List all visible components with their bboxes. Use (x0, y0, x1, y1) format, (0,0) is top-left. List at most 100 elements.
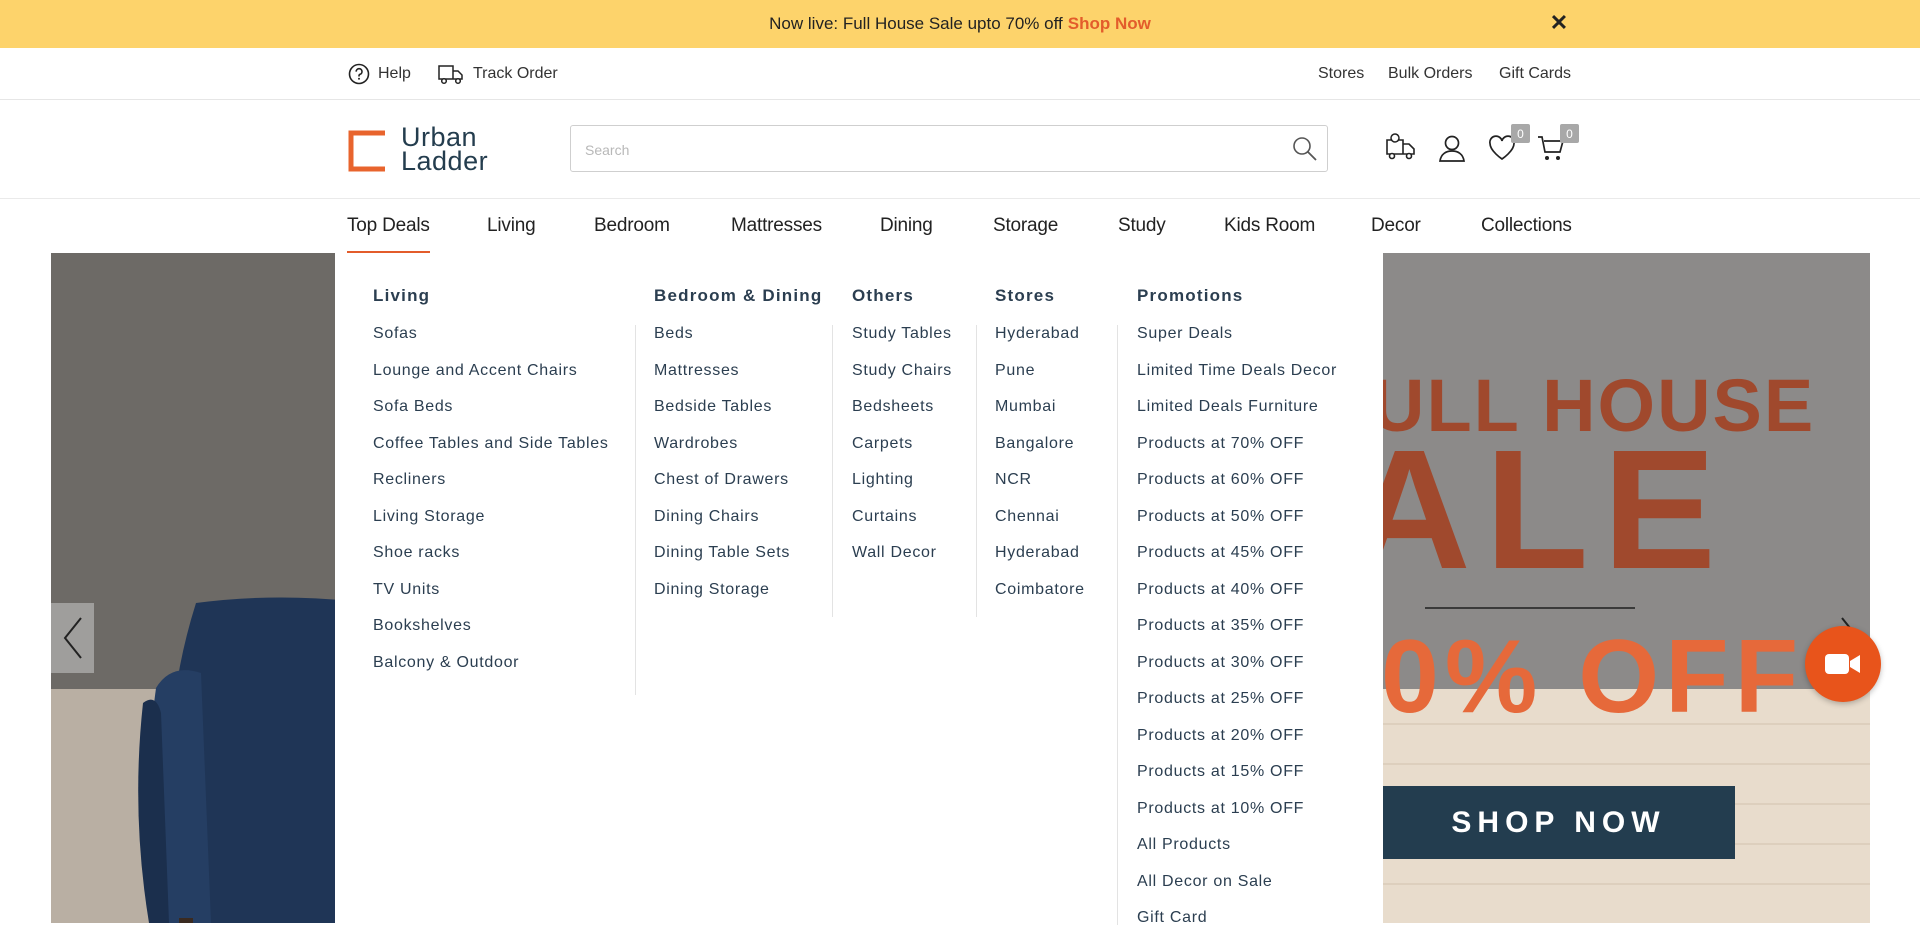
help-icon (348, 63, 370, 85)
search-input[interactable] (583, 126, 1267, 173)
tab-living[interactable]: Living (487, 199, 536, 253)
menu-link[interactable]: Lounge and Accent Chairs (373, 362, 609, 399)
menu-link[interactable]: Limited Deals Furniture (1137, 398, 1337, 435)
search-icon[interactable] (1291, 135, 1319, 168)
carousel-prev-button[interactable] (51, 603, 94, 673)
menu-link[interactable]: Balcony & Outdoor (373, 654, 609, 691)
menu-link[interactable]: Sofas (373, 325, 609, 362)
menu-link[interactable]: Sofa Beds (373, 398, 609, 435)
bulk-orders-link[interactable]: Bulk Orders (1388, 48, 1472, 100)
menu-link[interactable]: Bangalore (995, 435, 1085, 472)
main-nav: Top Deals Living Bedroom Mattresses Dini… (0, 199, 1920, 253)
logo-wordmark: Urban Ladder (401, 124, 488, 175)
menu-link[interactable]: Bookshelves (373, 617, 609, 654)
tab-study[interactable]: Study (1118, 199, 1166, 253)
menu-divider (832, 325, 833, 617)
menu-column-title: Stores (995, 286, 1056, 305)
wishlist-icon[interactable]: 0 (1484, 124, 1530, 166)
tab-mattresses[interactable]: Mattresses (731, 199, 822, 253)
menu-divider (976, 325, 977, 617)
gift-cards-link[interactable]: Gift Cards (1499, 48, 1571, 100)
video-call-button[interactable] (1805, 626, 1881, 702)
hero-headline-2: ALE (1348, 415, 1730, 605)
menu-link[interactable]: Living Storage (373, 508, 609, 545)
menu-link[interactable]: Wall Decor (852, 544, 952, 581)
help-link[interactable]: Help (348, 48, 411, 100)
menu-link[interactable]: Chennai (995, 508, 1085, 545)
profile-icon[interactable] (1434, 130, 1470, 166)
menu-link[interactable]: Dining Table Sets (654, 544, 790, 581)
menu-link[interactable]: Products at 60% OFF (1137, 471, 1337, 508)
menu-link[interactable]: Beds (654, 325, 790, 362)
menu-column-title: Bedroom & Dining (654, 286, 823, 305)
tab-dining[interactable]: Dining (880, 199, 933, 253)
menu-link[interactable]: Study Tables (852, 325, 952, 362)
menu-link[interactable]: Products at 45% OFF (1137, 544, 1337, 581)
tab-collections[interactable]: Collections (1481, 199, 1572, 253)
menu-link[interactable]: Carpets (852, 435, 952, 472)
menu-divider (635, 325, 636, 695)
menu-link[interactable]: Products at 10% OFF (1137, 800, 1337, 837)
announcement-bar: Now live: Full House Sale upto 70% off S… (0, 0, 1920, 48)
menu-link[interactable]: Hyderabad (995, 325, 1085, 362)
video-camera-icon (1825, 654, 1860, 674)
tab-decor[interactable]: Decor (1371, 199, 1421, 253)
menu-link[interactable]: Hyderabad (995, 544, 1085, 581)
menu-link[interactable]: Mumbai (995, 398, 1085, 435)
menu-link[interactable]: Pune (995, 362, 1085, 399)
menu-link[interactable]: Study Chairs (852, 362, 952, 399)
tab-top-deals[interactable]: Top Deals (347, 199, 430, 253)
menu-link[interactable]: Bedsheets (852, 398, 952, 435)
announcement-shop-now-link[interactable]: Shop Now (1068, 14, 1151, 34)
menu-link[interactable]: Products at 15% OFF (1137, 763, 1337, 800)
store-locator-icon[interactable] (1384, 130, 1420, 166)
stores-link[interactable]: Stores (1318, 48, 1364, 100)
truck-icon (438, 65, 463, 85)
track-order-link[interactable]: Track Order (437, 48, 558, 100)
menu-column-title: Others (852, 286, 914, 305)
wishlist-count-badge: 0 (1511, 124, 1530, 143)
menu-link[interactable]: Bedside Tables (654, 398, 790, 435)
menu-link[interactable]: Products at 30% OFF (1137, 654, 1337, 691)
tab-kids-room[interactable]: Kids Room (1224, 199, 1315, 253)
menu-link[interactable]: Products at 35% OFF (1137, 617, 1337, 654)
menu-link[interactable]: Mattresses (654, 362, 790, 399)
cart-icon[interactable]: 0 (1533, 124, 1579, 166)
menu-link[interactable]: Gift Card (1137, 909, 1337, 946)
menu-link[interactable]: Dining Storage (654, 581, 790, 618)
sofa-image (138, 597, 351, 923)
menu-link[interactable]: Wardrobes (654, 435, 790, 472)
menu-link[interactable]: Products at 50% OFF (1137, 508, 1337, 545)
menu-link[interactable]: Recliners (373, 471, 609, 508)
menu-link[interactable]: Shoe racks (373, 544, 609, 581)
help-label: Help (378, 65, 411, 82)
utility-bar: Help Track Order Stores Bulk Orders Gift… (0, 48, 1920, 100)
hero-shop-now-button[interactable]: SHOP NOW (1382, 786, 1735, 859)
top-deals-mega-menu: Living Sofas Lounge and Accent Chairs So… (335, 253, 1383, 926)
menu-link[interactable]: Lighting (852, 471, 952, 508)
menu-link[interactable]: Super Deals (1137, 325, 1337, 362)
track-order-label: Track Order (473, 65, 558, 82)
menu-link[interactable]: All Products (1137, 836, 1337, 873)
menu-column-title: Promotions (1137, 286, 1244, 305)
tab-storage[interactable]: Storage (993, 199, 1058, 253)
chevron-left-icon (63, 617, 82, 659)
menu-link[interactable]: Products at 70% OFF (1137, 435, 1337, 472)
close-icon[interactable]: ✕ (1549, 10, 1569, 35)
menu-link[interactable]: Coffee Tables and Side Tables (373, 435, 609, 472)
menu-link[interactable]: Dining Chairs (654, 508, 790, 545)
urban-ladder-logo[interactable]: Urban Ladder (347, 124, 519, 175)
menu-link[interactable]: Products at 25% OFF (1137, 690, 1337, 727)
menu-link[interactable]: Limited Time Deals Decor (1137, 362, 1337, 399)
menu-link[interactable]: Products at 20% OFF (1137, 727, 1337, 764)
menu-link[interactable]: Curtains (852, 508, 952, 545)
tab-bedroom[interactable]: Bedroom (594, 199, 670, 253)
menu-link[interactable]: TV Units (373, 581, 609, 618)
logo-mark-icon (347, 129, 387, 172)
menu-link[interactable]: Chest of Drawers (654, 471, 790, 508)
menu-link[interactable]: All Decor on Sale (1137, 873, 1337, 910)
menu-link[interactable]: NCR (995, 471, 1085, 508)
menu-link[interactable]: Products at 40% OFF (1137, 581, 1337, 618)
menu-link[interactable]: Coimbatore (995, 581, 1085, 618)
hero-divider (1425, 607, 1635, 609)
